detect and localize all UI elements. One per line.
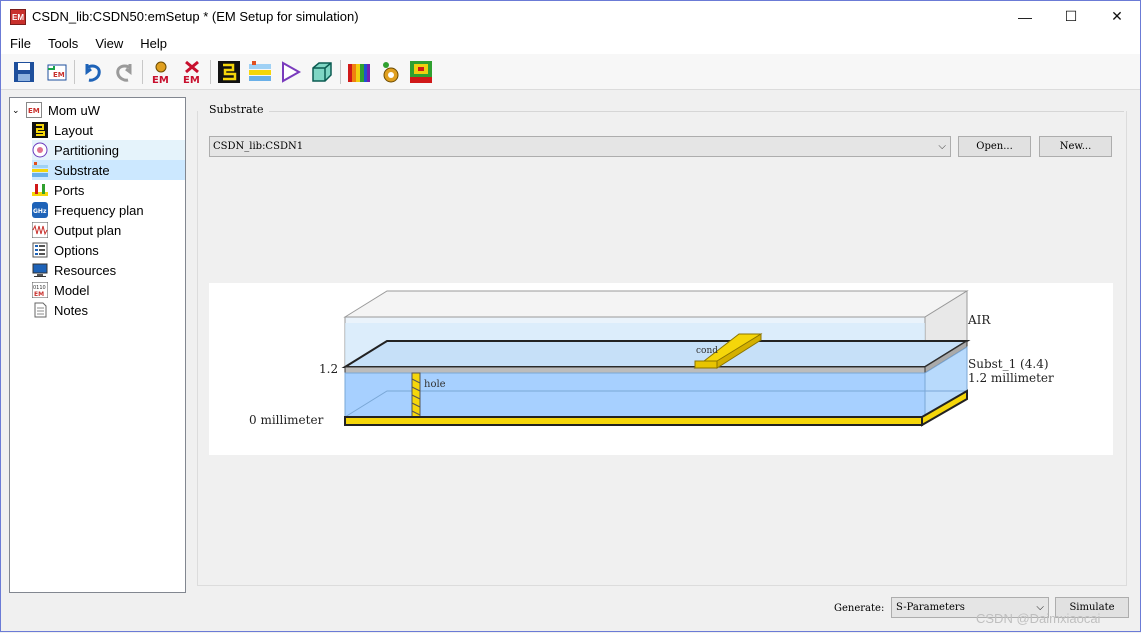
partitioning-icon xyxy=(32,142,48,158)
substrate-select[interactable]: CSDN_lib:CSDN1 ⌵ xyxy=(209,136,951,157)
svg-text:EM: EM xyxy=(152,75,169,84)
watermark-text: CSDN @Daimxiaocai xyxy=(976,611,1101,626)
svg-text:EM: EM xyxy=(183,75,200,84)
tree-item-resources[interactable]: Resources xyxy=(32,260,185,280)
tree-item-label: Ports xyxy=(54,182,85,198)
substrate-diagram-svg: cond hole 1.2 0 millimeter AIR Subst_1 (… xyxy=(249,290,1054,427)
menu-file[interactable]: File xyxy=(1,36,39,51)
export-em-icon[interactable]: EM xyxy=(45,60,69,84)
tree-item-label: Notes xyxy=(54,302,88,318)
layout-icon[interactable] xyxy=(217,60,241,84)
tree-item-label: Output plan xyxy=(54,222,122,238)
tree-item-frequency-plan[interactable]: GHz Frequency plan xyxy=(32,200,185,220)
open-button[interactable]: Open... xyxy=(958,136,1031,157)
generate-select-value: S-Parameters xyxy=(896,602,965,613)
substrate-thickness-label: 1.2 millimeter xyxy=(968,371,1054,385)
em-icon: EM xyxy=(26,102,42,118)
tree-item-label: Frequency plan xyxy=(54,202,144,218)
toolbar-separator xyxy=(74,60,75,84)
ghz-icon: GHz xyxy=(32,202,48,218)
spectrum-icon[interactable] xyxy=(347,60,371,84)
waveform-icon xyxy=(31,221,49,239)
tree-root-label: Mom uW xyxy=(48,102,100,118)
tree-item-label: Options xyxy=(54,242,99,258)
heatmap-icon[interactable] xyxy=(409,60,433,84)
menu-tools[interactable]: Tools xyxy=(39,36,86,51)
tree-item-notes[interactable]: Notes xyxy=(32,300,185,320)
cube-icon[interactable] xyxy=(310,60,334,84)
toolbar-separator xyxy=(142,60,143,84)
substrate-group-line xyxy=(269,111,1124,112)
toolbar-separator xyxy=(210,60,211,84)
minimize-button[interactable]: — xyxy=(1002,1,1048,32)
model-icon: 0110 EM xyxy=(31,281,49,299)
menu-help[interactable]: Help xyxy=(131,36,175,51)
tree-item-options[interactable]: Options xyxy=(32,240,185,260)
svg-text:GHz: GHz xyxy=(33,208,47,215)
toolbar-separator xyxy=(340,60,341,84)
bottom-bar: Generate: S-Parameters ⌵ Simulate CSDN @… xyxy=(1,593,1140,633)
triangle-icon[interactable] xyxy=(279,60,303,84)
tree-item-partitioning[interactable]: Partitioning xyxy=(32,140,185,160)
tree-item-layout[interactable]: Layout xyxy=(32,120,185,140)
air-label: AIR xyxy=(967,313,991,327)
svg-text:EM: EM xyxy=(34,291,44,298)
window-title: CSDN_lib:CSDN50:emSetup * (EM Setup for … xyxy=(32,9,359,24)
tree-item-substrate[interactable]: Substrate xyxy=(32,160,185,180)
gear-person-icon[interactable] xyxy=(378,60,402,84)
substrate-name-label: Subst_1 (4.4) xyxy=(968,357,1049,371)
generate-label: Generate: xyxy=(834,603,885,614)
app-icon: EM xyxy=(10,8,26,25)
height-label-top: 1.2 xyxy=(319,362,338,376)
tree-item-label: Substrate xyxy=(54,162,110,178)
ports-icon xyxy=(32,182,48,198)
notes-icon xyxy=(32,302,48,318)
tree-root-mom-uw[interactable]: ⌄ EM Mom uW xyxy=(12,100,185,120)
tree-item-model[interactable]: 0110 EM Model xyxy=(31,280,185,300)
tree-item-ports[interactable]: Ports xyxy=(32,180,185,200)
title-bar: EM CSDN_lib:CSDN50:emSetup * (EM Setup f… xyxy=(1,1,1140,32)
new-button[interactable]: New... xyxy=(1039,136,1112,157)
substrate-icon[interactable] xyxy=(248,60,272,84)
window-controls: — ☐ ✕ xyxy=(1002,1,1140,32)
save-icon[interactable] xyxy=(12,60,36,84)
substrate-icon xyxy=(32,162,48,178)
chevron-down-icon[interactable]: ⌄ xyxy=(12,105,24,116)
tree-item-label: Resources xyxy=(54,262,117,278)
chevron-down-icon[interactable]: ⌵ xyxy=(938,137,946,156)
em-remove-icon[interactable]: EM xyxy=(180,60,204,84)
monitor-icon xyxy=(32,262,48,278)
em-settings-icon[interactable]: EM xyxy=(149,60,173,84)
substrate-select-value: CSDN_lib:CSDN1 xyxy=(213,141,304,152)
toolbar: EM EM EM xyxy=(1,54,1140,90)
menu-bar: File Tools View Help xyxy=(1,32,1140,54)
tree-item-label: Layout xyxy=(54,122,94,138)
via-hole[interactable] xyxy=(411,372,421,418)
options-icon xyxy=(32,242,48,258)
tree-item-label: Model xyxy=(54,282,90,298)
close-button[interactable]: ✕ xyxy=(1094,1,1140,32)
conductor-label: cond xyxy=(696,346,718,356)
substrate-diagram: cond hole 1.2 0 millimeter AIR Subst_1 (… xyxy=(209,283,1113,455)
svg-text:EM: EM xyxy=(28,107,40,115)
undo-icon[interactable] xyxy=(81,60,105,84)
svg-text:EM: EM xyxy=(53,71,65,79)
via-label: hole xyxy=(424,379,446,390)
substrate-group-label: Substrate xyxy=(207,103,266,116)
layout-icon xyxy=(32,122,48,138)
substrate-panel: Substrate CSDN_lib:CSDN1 ⌵ Open... New..… xyxy=(197,97,1127,586)
height-label-bottom: 0 millimeter xyxy=(249,413,324,427)
tree-item-label: Partitioning xyxy=(54,142,120,158)
tree-item-output-plan[interactable]: Output plan xyxy=(31,220,185,240)
redo-icon[interactable] xyxy=(112,60,136,84)
setup-tree: ⌄ EM Mom uW Layout Partitioning Substrat… xyxy=(9,97,186,593)
em-setup-window: EM CSDN_lib:CSDN50:emSetup * (EM Setup f… xyxy=(0,0,1141,632)
menu-view[interactable]: View xyxy=(86,36,131,51)
maximize-button[interactable]: ☐ xyxy=(1048,1,1094,32)
top-metal-layer[interactable] xyxy=(341,340,971,374)
